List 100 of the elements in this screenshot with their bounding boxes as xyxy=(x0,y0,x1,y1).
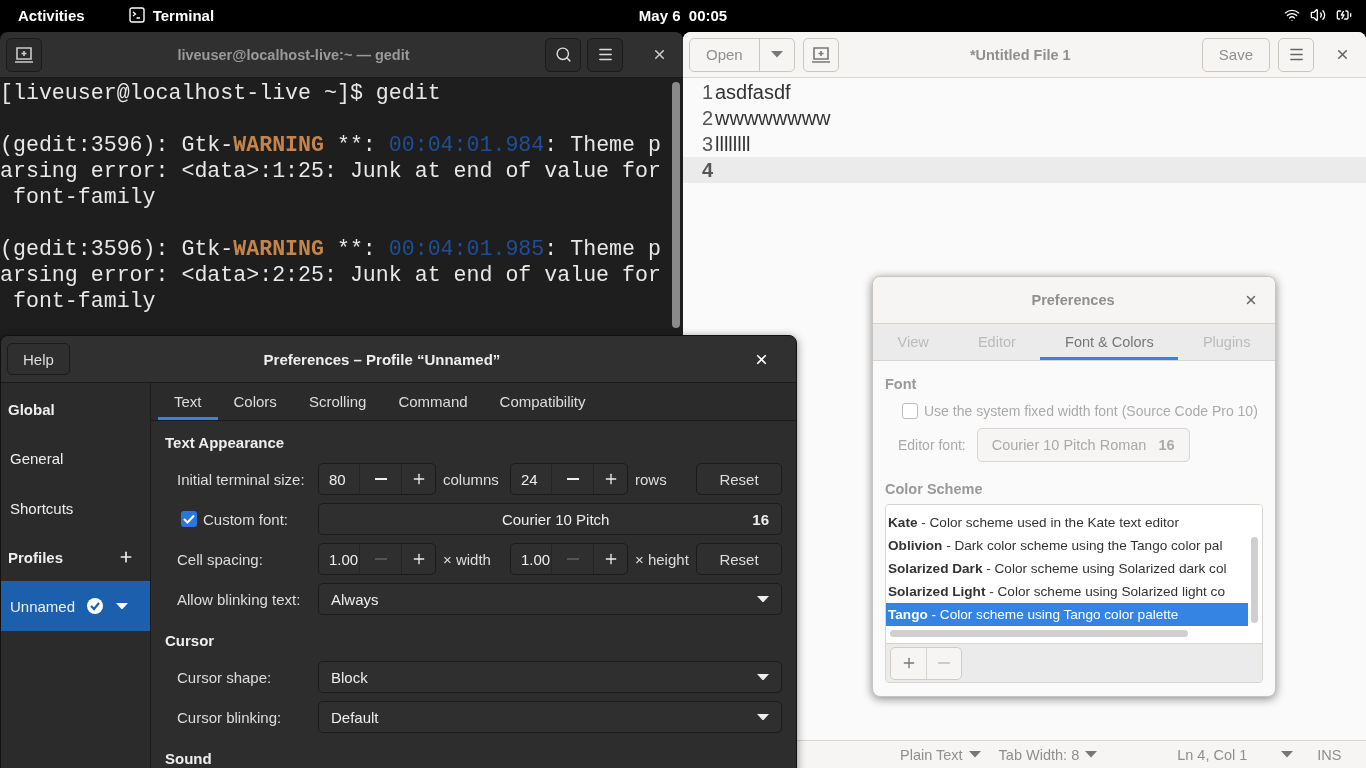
section-heading: Profiles xyxy=(8,548,64,566)
scheme-item[interactable]: Tango - Color scheme using Tango color palette xyxy=(886,603,1248,626)
scrollbar[interactable] xyxy=(1251,537,1258,623)
menu-icon xyxy=(596,46,614,63)
unit-label: columns xyxy=(442,470,500,488)
terminal-line: arsing error: <data>:2:25: Junk at end of value for xyxy=(0,262,661,288)
scheme-item[interactable]: Solarized Dark - Color scheme using Solarized dark col xyxy=(886,557,1248,580)
line-number: 4 xyxy=(700,158,714,182)
dropdown[interactable]: Always xyxy=(318,583,782,615)
checkbox[interactable] xyxy=(181,511,197,527)
section-heading: Sound xyxy=(165,750,212,767)
minus-icon xyxy=(938,662,950,664)
volume-icon[interactable] xyxy=(1310,7,1326,23)
caret-icon xyxy=(1085,751,1098,758)
scheme-item[interactable]: Kate - Color scheme used in the Kate text editor xyxy=(886,511,1248,534)
cursor-position: Ln 4, Col 1 xyxy=(1177,746,1248,763)
line-number: 2 xyxy=(700,106,714,130)
section-heading: Cursor xyxy=(165,632,215,649)
section-heading: Font xyxy=(885,376,917,392)
field-label: Initial terminal size: xyxy=(177,470,306,488)
section-heading: Color Scheme xyxy=(885,481,983,497)
caret-icon xyxy=(757,595,769,603)
field-label: Cursor shape: xyxy=(177,668,273,686)
spin-field[interactable]: 1.00 xyxy=(510,543,628,575)
caret-icon xyxy=(770,51,783,58)
unit-label: × width xyxy=(442,550,492,568)
tab[interactable]: Scrolling xyxy=(292,383,383,420)
field-label: Allow blinking text: xyxy=(177,590,302,608)
terminal-line: (gedit:3596): Gtk-WARNING **: 00:04:01.984: Theme p xyxy=(0,132,661,158)
checkbox-label: Custom font: xyxy=(203,510,290,528)
menu-icon xyxy=(1287,46,1305,63)
caret-icon xyxy=(757,713,769,721)
sidebar-item[interactable]: Shortcuts xyxy=(1,483,150,533)
scheme-item[interactable]: Oblivion - Dark color scheme using the Tango color pal xyxy=(886,534,1248,557)
spin-field[interactable]: 80 xyxy=(318,463,436,495)
caret-icon xyxy=(968,751,981,758)
sidebar-item[interactable]: General xyxy=(1,433,150,483)
spin-field[interactable]: 1.00 xyxy=(318,543,436,575)
clock[interactable]: May 6 00:05 xyxy=(638,6,728,24)
menu-button[interactable] xyxy=(587,37,623,72)
unit-label: rows xyxy=(634,470,668,488)
app-menu[interactable]: Terminal xyxy=(128,6,215,24)
search-icon xyxy=(554,46,572,63)
section-heading: Text Appearance xyxy=(165,434,285,451)
section-heading: Global xyxy=(8,400,55,418)
help-button[interactable]: Help xyxy=(7,343,70,375)
window-title: liveuser@localhost-live:~ — gedit xyxy=(176,46,411,63)
terminal-line: font-family xyxy=(11,288,156,314)
dialog-title: Preferences xyxy=(1030,292,1116,308)
line-text: llllllll xyxy=(715,132,751,156)
minus-icon xyxy=(566,558,579,560)
font-button[interactable]: Courier 10 Pitch 16 xyxy=(318,503,782,535)
checkbox-label: Use the system fixed width font (Source Code Pro 10) xyxy=(924,403,1258,419)
search-button[interactable] xyxy=(545,37,581,72)
tab[interactable]: Colors xyxy=(217,383,293,420)
battery-icon[interactable] xyxy=(1336,7,1352,23)
wifi-icon[interactable] xyxy=(1284,7,1300,23)
new-tab-icon xyxy=(15,46,33,63)
line-number: 3 xyxy=(700,132,714,156)
unit-label: × height xyxy=(634,550,690,568)
reset-button[interactable]: Reset xyxy=(696,463,782,495)
tab[interactable]: Text xyxy=(158,383,218,420)
terminal-line: arsing error: <data>:1:25: Junk at end of value for xyxy=(0,158,661,184)
check-circle-icon xyxy=(86,597,104,615)
minus-icon xyxy=(374,558,387,560)
tab[interactable]: Command xyxy=(382,383,484,420)
activities-button[interactable]: Activities xyxy=(18,6,85,24)
terminal-icon xyxy=(128,7,145,23)
terminal-line: font-family xyxy=(11,184,156,210)
close-icon xyxy=(1244,293,1258,307)
field-label: Cell spacing: xyxy=(177,550,264,568)
minus-icon xyxy=(374,478,387,480)
field-label: Cursor blinking: xyxy=(177,708,283,726)
scrollbar[interactable] xyxy=(890,630,1188,637)
terminal-line: (gedit:3596): Gtk-WARNING **: 00:04:01.985: Theme p xyxy=(0,236,661,262)
minus-icon xyxy=(566,478,579,480)
add-icon[interactable] xyxy=(118,549,134,565)
line-text: asdfasdf xyxy=(715,80,791,104)
dropdown[interactable]: Block xyxy=(318,661,782,693)
terminal-line: [liveuser@localhost-live ~]$ gedit xyxy=(0,80,441,106)
line-number: 1 xyxy=(700,80,714,104)
profile-item[interactable]: Unnamed xyxy=(1,581,150,631)
insert-mode: INS xyxy=(1317,746,1342,763)
reset-button[interactable]: Reset xyxy=(696,543,782,575)
checkbox[interactable] xyxy=(902,403,918,419)
new-tab-icon xyxy=(811,46,830,63)
new-tab-button[interactable] xyxy=(6,37,42,72)
tab[interactable]: Compatibility xyxy=(483,383,602,420)
dropdown[interactable]: Default xyxy=(318,701,782,733)
line-text: wwwwwwww xyxy=(715,106,831,130)
scrollbar[interactable] xyxy=(672,82,680,328)
caret-icon xyxy=(757,673,769,681)
field-label: Editor font: xyxy=(898,437,966,453)
tab[interactable]: Font & Colors xyxy=(1040,324,1179,360)
dialog-title: Preferences – Profile “Unnamed” xyxy=(262,350,502,368)
window-title: *Untitled File 1 xyxy=(968,46,1072,63)
spin-field[interactable]: 24 xyxy=(510,463,628,495)
scheme-item[interactable]: Solarized Light - Color scheme using Solarized light co xyxy=(886,580,1248,603)
dropdown-caret-icon xyxy=(1281,751,1294,758)
caret-icon xyxy=(116,602,128,610)
